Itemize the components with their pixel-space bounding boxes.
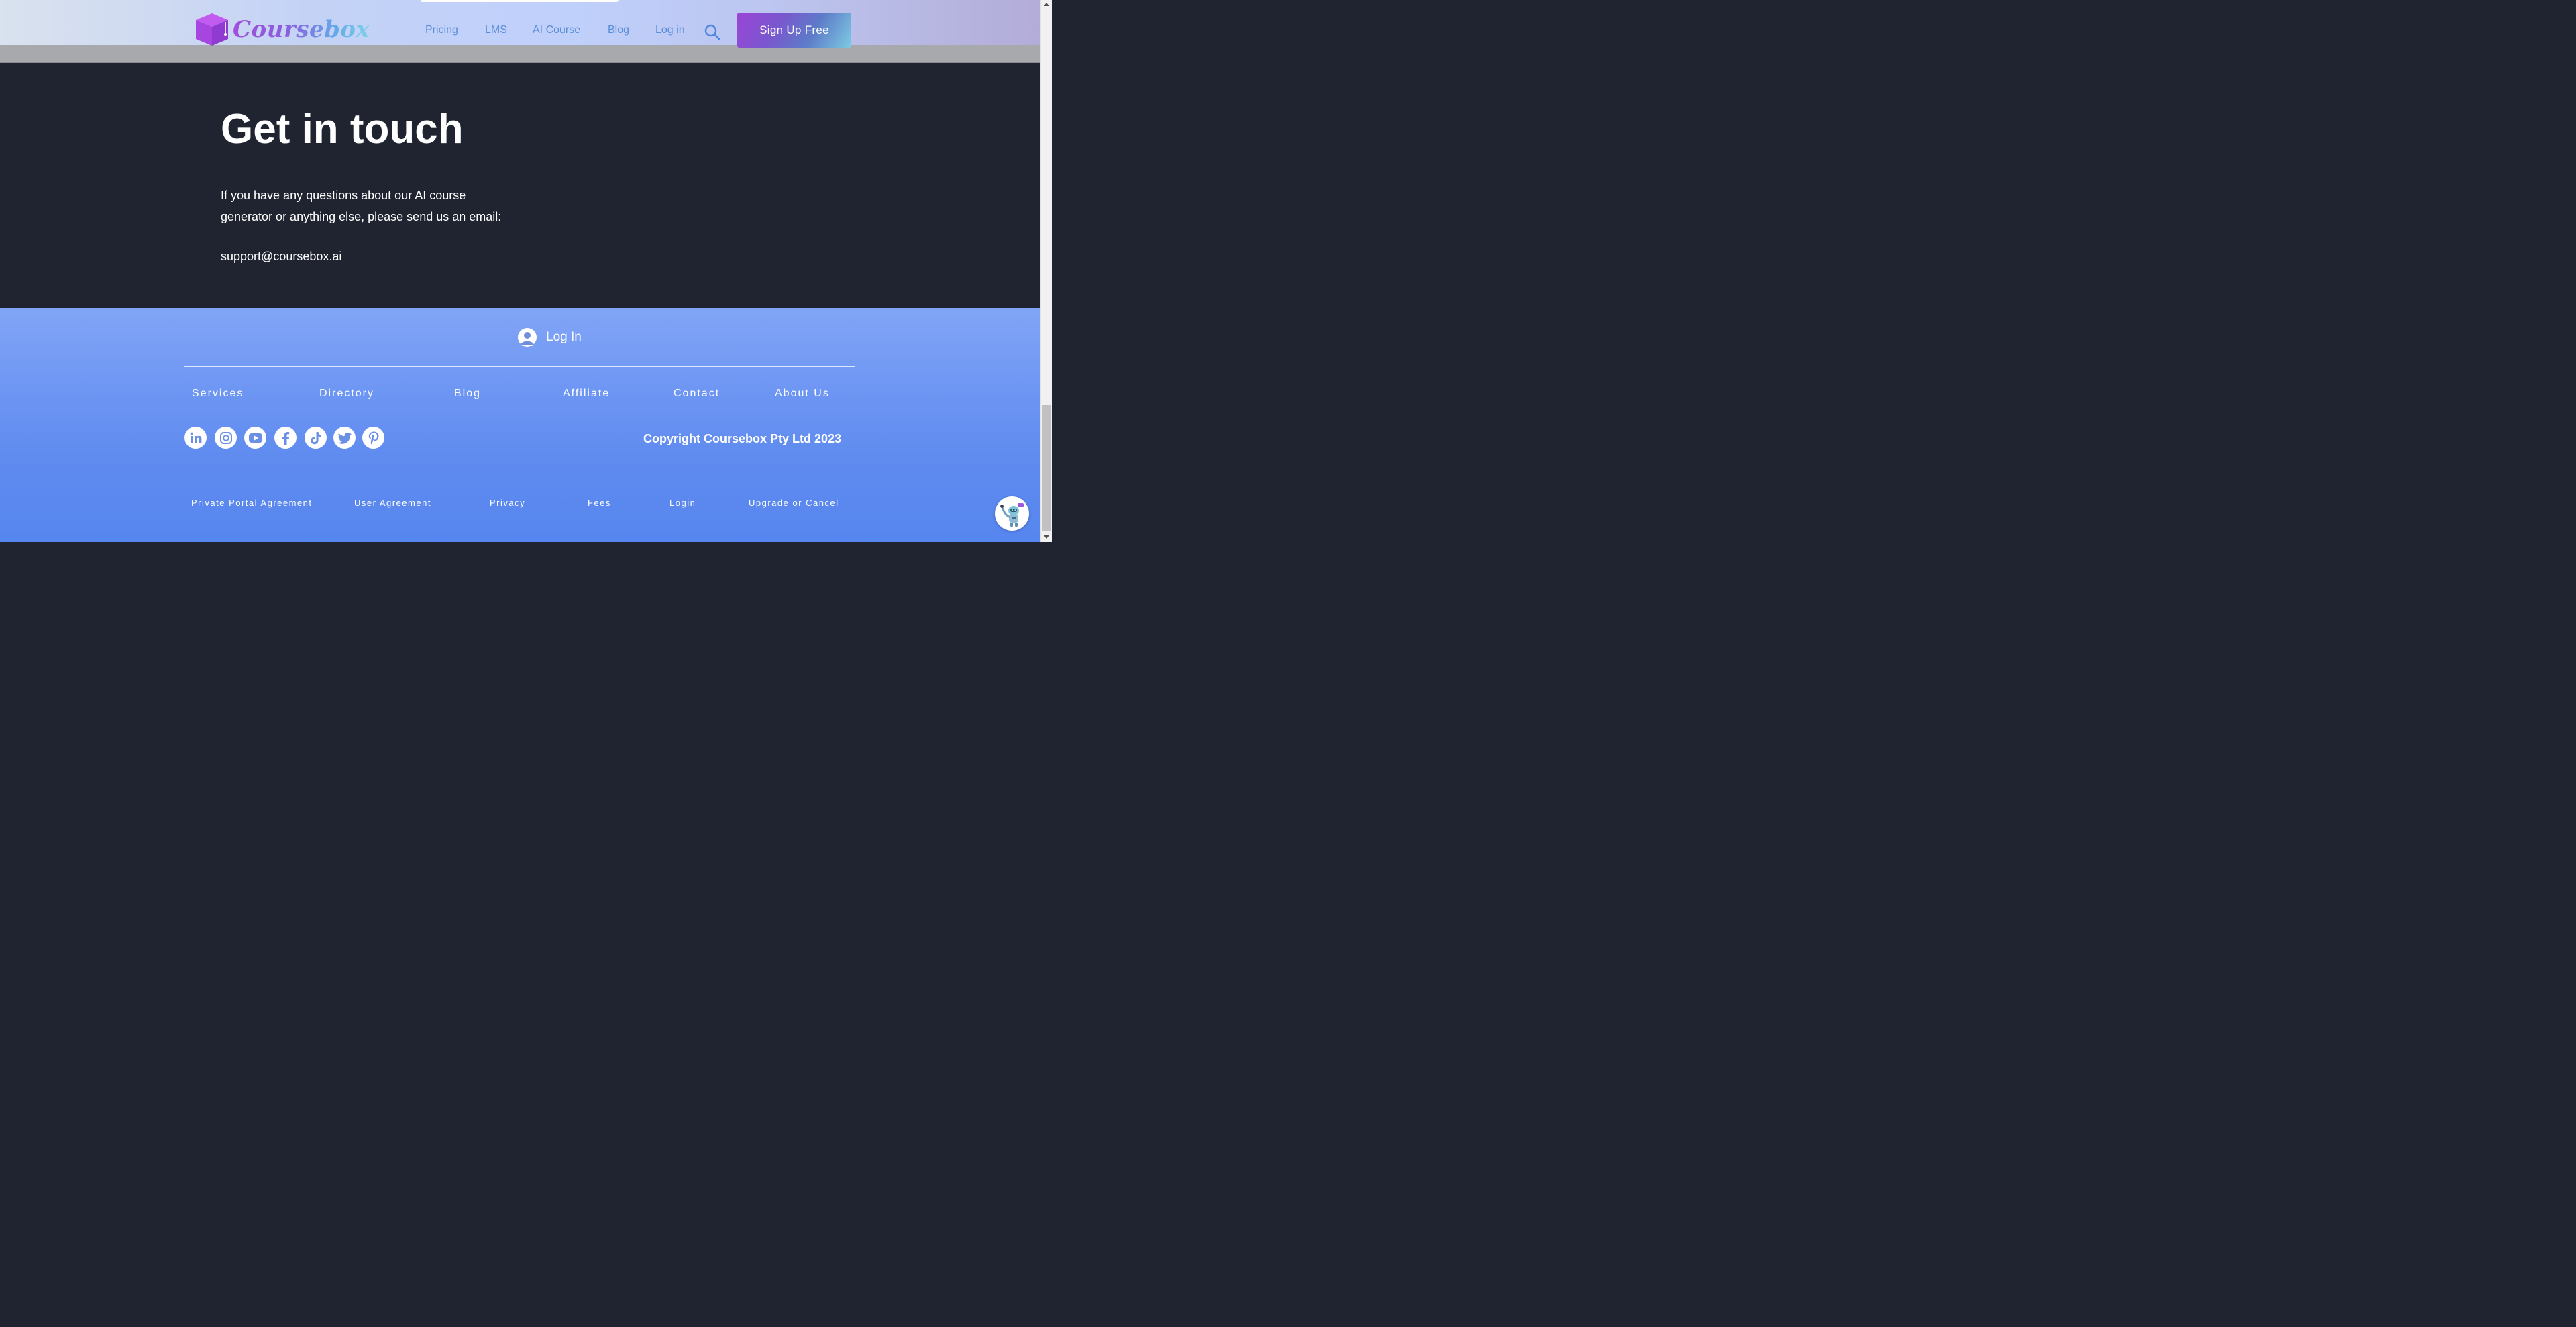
instagram-icon [219,431,232,444]
user-avatar-icon [518,328,537,347]
footer-link-blog[interactable]: Blog [454,388,481,400]
footer-link-directory[interactable]: Directory [319,388,374,400]
bottom-link-privacy[interactable]: Privacy [490,498,525,508]
nav-blog[interactable]: Blog [608,24,629,36]
header-top-tab [421,0,619,2]
scrollbar-thumb[interactable] [1042,405,1051,531]
footer-login-button[interactable]: Log In [518,327,582,348]
bottom-link-user-agreement[interactable]: User Agreement [354,498,431,508]
footer-link-services[interactable]: Services [192,388,244,400]
contact-description-line-1: If you have any questions about our AI c… [221,189,466,202]
site-footer: Log In Services Directory Blog Affiliate… [0,308,1040,542]
footer-link-about-us[interactable]: About Us [775,388,830,400]
footer-divider [184,366,855,367]
scroll-up-arrow-icon[interactable] [1044,3,1049,6]
pinterest-link[interactable] [362,427,384,449]
twitter-icon [337,432,352,444]
scroll-down-arrow-icon[interactable] [1044,535,1049,539]
search-icon [704,24,720,40]
chatbot-icon [1000,502,1024,527]
bottom-link-private-portal-agreement[interactable]: Private Portal Agreement [191,498,313,508]
site-header: Coursebox Pricing LMS AI Course Blog Log… [0,0,1040,48]
support-email-link[interactable]: support@coursebox.ai [221,250,341,264]
nav-ai-course[interactable]: AI Course [533,24,580,36]
twitter-link[interactable] [333,427,356,449]
bottom-link-fees[interactable]: Fees [588,498,611,508]
footer-login-label: Log In [546,330,582,344]
footer-link-contact[interactable]: Contact [674,388,720,400]
graduation-cap-box-icon [196,13,228,46]
nav-log-in[interactable]: Log in [655,24,685,36]
pinterest-icon [368,431,378,444]
footer-link-affiliate[interactable]: Affiliate [563,388,610,400]
contact-description: If you have any questions about our AI c… [221,184,523,227]
chatbot-launcher[interactable] [995,496,1029,531]
header-shadow-band [0,45,1040,63]
linkedin-link[interactable] [184,427,207,449]
linkedin-icon [190,432,201,443]
sign-up-free-button[interactable]: Sign Up Free [737,13,851,48]
facebook-link[interactable] [274,427,297,449]
copyright-text: Copyright Coursebox Pty Ltd 2023 [643,432,842,445]
page-scrollbar[interactable] [1040,0,1052,542]
brand-name: Coursebox [233,16,370,43]
site-logo[interactable]: Coursebox [194,12,370,47]
facebook-icon [282,431,289,445]
youtube-icon [248,433,262,443]
bottom-link-login[interactable]: Login [669,498,696,508]
contact-title: Get in touch [221,106,464,152]
contact-section: Get in touch If you have any questions a… [0,63,1040,308]
page: Coursebox Pricing LMS AI Course Blog Log… [0,0,1052,542]
tiktok-link[interactable] [305,427,327,449]
instagram-link[interactable] [215,427,237,449]
contact-description-line-2: generator or anything else, please send … [221,210,502,223]
nav-pricing[interactable]: Pricing [425,24,458,36]
nav-lms[interactable]: LMS [485,24,507,36]
youtube-link[interactable] [244,427,266,449]
bottom-link-upgrade-or-cancel[interactable]: Upgrade or Cancel [749,498,839,508]
tiktok-icon [310,431,321,444]
search-button[interactable] [704,23,721,41]
